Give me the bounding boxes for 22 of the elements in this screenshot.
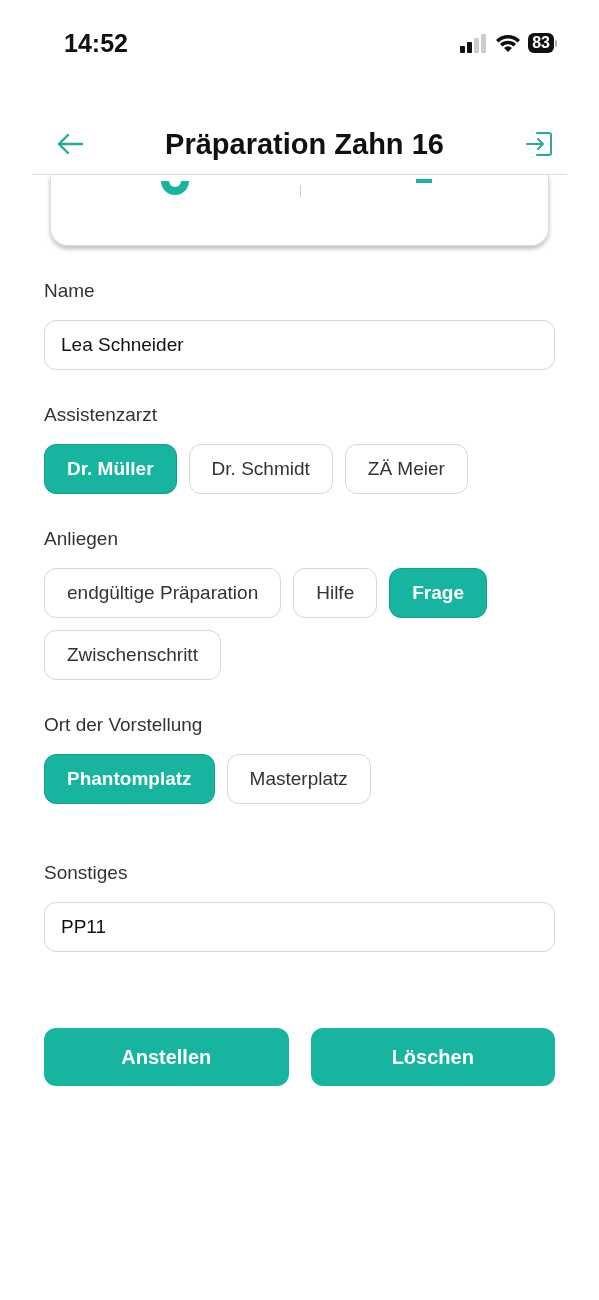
dash-icon [416, 179, 433, 183]
back-arrow-icon[interactable] [56, 132, 84, 156]
field-label: Sonstiges [44, 862, 129, 884]
signal-icon [460, 33, 489, 53]
group-label: Ort der Vorstellung [44, 714, 204, 736]
page-title: Präparation Zahn 16 [165, 127, 444, 161]
option-chip[interactable]: Dr. Schmidt [188, 444, 333, 494]
notes-field[interactable]: PP11 [44, 902, 555, 952]
field-label: Name [44, 280, 96, 302]
status-time: 14:52 [64, 28, 128, 58]
battery-icon: 83 [528, 33, 557, 53]
option-chip[interactable]: Zwischenschritt [44, 630, 221, 680]
group-label: Assistenzarzt [44, 404, 158, 426]
wifi-icon [495, 33, 522, 53]
option-chip[interactable]: Hilfe [293, 568, 378, 618]
option-chip[interactable]: Masterplatz [226, 754, 371, 804]
login-icon[interactable] [525, 131, 553, 157]
name-field[interactable]: Lea Schneider [44, 320, 555, 370]
group-label: Anliegen [44, 528, 119, 550]
ring-icon [161, 181, 190, 197]
option-chip[interactable]: ZÄ Meier [344, 444, 468, 494]
option-chip[interactable]: endgültige Präparation [44, 568, 282, 618]
